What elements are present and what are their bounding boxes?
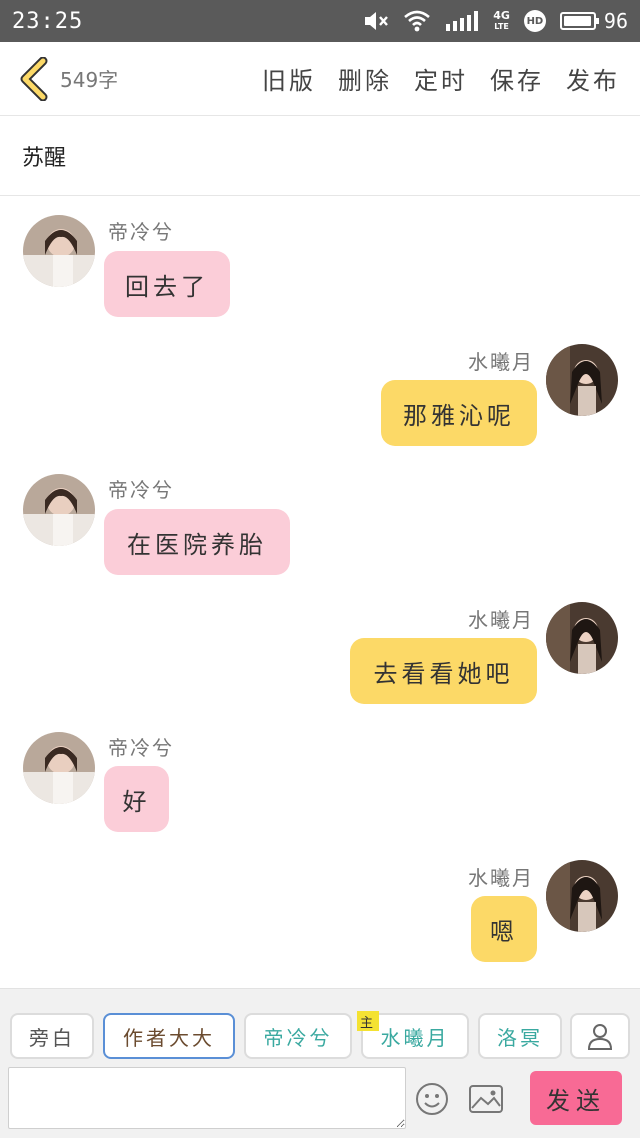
editor-header: 549字 旧版 删除 定时 保存 发布 (0, 42, 640, 116)
avatar[interactable] (23, 474, 95, 546)
input-row: 发送 (0, 1067, 640, 1133)
network-lte-label: LTE (494, 22, 509, 31)
chat-area[interactable]: 帝冷兮 回去了 水曦月 那雅沁呢 帝冷兮 在医院养胎 水曦月 去看看她吧 帝冷兮… (0, 196, 640, 988)
sender-name: 帝冷兮 (108, 736, 174, 760)
old-version-button[interactable]: 旧版 (262, 61, 316, 96)
network-4g-label: 4G (493, 9, 510, 22)
avatar[interactable] (23, 732, 95, 804)
image-icon (469, 1085, 503, 1113)
message-right[interactable]: 水曦月 嗯 (0, 846, 640, 976)
word-count: 549字 (60, 68, 119, 92)
delete-button[interactable]: 删除 (338, 61, 392, 96)
role-narration-button[interactable]: 旁白 (10, 1013, 94, 1059)
message-bubble[interactable]: 嗯 (471, 896, 537, 962)
avatar[interactable] (546, 602, 618, 674)
person-icon (587, 1024, 613, 1050)
message-bubble[interactable]: 好 (104, 766, 169, 832)
message-bubble[interactable]: 去看看她吧 (350, 638, 537, 704)
avatar[interactable] (546, 860, 618, 932)
message-bubble[interactable]: 那雅沁呢 (381, 380, 537, 446)
wifi-icon (403, 10, 431, 32)
emoji-button[interactable] (412, 1079, 452, 1119)
status-bar: 23:25 4G LTE HD 96 (0, 0, 640, 42)
role-character-button[interactable]: 帝冷兮 (244, 1013, 352, 1059)
status-icons: 4G LTE HD 96 (363, 9, 628, 33)
message-right[interactable]: 水曦月 去看看她吧 (0, 586, 640, 716)
image-button[interactable] (466, 1079, 506, 1119)
message-input[interactable] (8, 1067, 406, 1129)
signal-bars-icon (445, 10, 479, 32)
role-selector: 旁白 作者大大 帝冷兮 主 水曦月 洛冥 (0, 989, 640, 1061)
story-title-row[interactable]: 苏醒 (0, 116, 640, 196)
message-left[interactable]: 帝冷兮 好 (0, 716, 640, 846)
smiley-icon (416, 1083, 448, 1115)
battery-level: 96 (603, 9, 628, 33)
role-character-button-main[interactable]: 主 水曦月 (357, 1011, 469, 1059)
message-bubble[interactable]: 回去了 (104, 251, 230, 317)
schedule-button[interactable]: 定时 (414, 61, 468, 96)
role-label: 水曦月 (380, 1025, 450, 1050)
avatar[interactable] (23, 215, 95, 287)
sender-name: 帝冷兮 (108, 220, 174, 244)
add-role-button[interactable] (570, 1013, 630, 1059)
sender-name: 水曦月 (468, 608, 534, 632)
role-author-button[interactable]: 作者大大 (103, 1013, 235, 1059)
message-left[interactable]: 帝冷兮 在医院养胎 (0, 456, 640, 586)
speaker-mute-icon (363, 10, 389, 32)
header-actions: 旧版 删除 定时 保存 发布 (262, 61, 620, 96)
composer-panel: 旁白 作者大大 帝冷兮 主 水曦月 洛冥 发送 (0, 988, 640, 1138)
sender-name: 水曦月 (468, 866, 534, 890)
save-button[interactable]: 保存 (490, 61, 544, 96)
message-left[interactable]: 帝冷兮 回去了 (0, 196, 640, 326)
message-bubble[interactable]: 在医院养胎 (104, 509, 290, 575)
message-right[interactable]: 水曦月 那雅沁呢 (0, 326, 640, 456)
avatar[interactable] (546, 344, 618, 416)
sender-name: 帝冷兮 (108, 478, 174, 502)
story-title: 苏醒 (22, 145, 67, 171)
publish-button[interactable]: 发布 (566, 61, 620, 96)
battery-icon (559, 12, 599, 30)
status-time: 23:25 (12, 8, 84, 34)
chevron-left-icon (20, 56, 48, 101)
back-button[interactable] (10, 42, 58, 116)
sender-name: 水曦月 (468, 350, 534, 374)
network-type: 4G LTE (493, 10, 510, 32)
battery-indicator: 96 (559, 9, 628, 33)
main-character-tag: 主 (357, 1011, 379, 1031)
send-button[interactable]: 发送 (530, 1071, 622, 1125)
role-character-button[interactable]: 洛冥 (478, 1013, 562, 1059)
hd-badge: HD (523, 10, 546, 32)
